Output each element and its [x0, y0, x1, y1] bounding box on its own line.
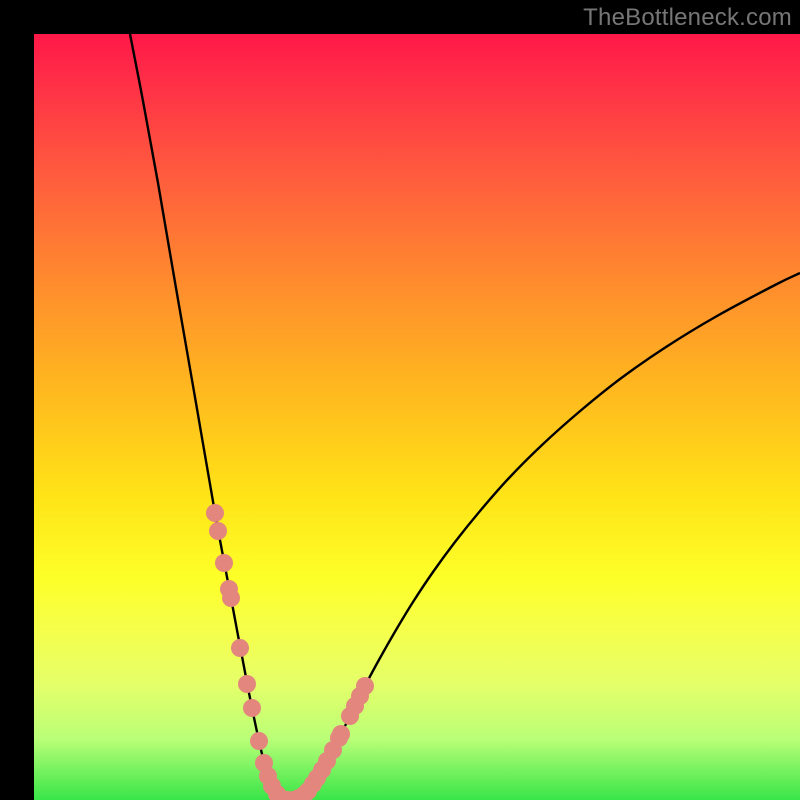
chart-frame: TheBottleneck.com — [0, 0, 800, 800]
background-gradient — [34, 34, 800, 800]
watermark-text: TheBottleneck.com — [583, 4, 792, 32]
plot-area — [34, 34, 800, 800]
